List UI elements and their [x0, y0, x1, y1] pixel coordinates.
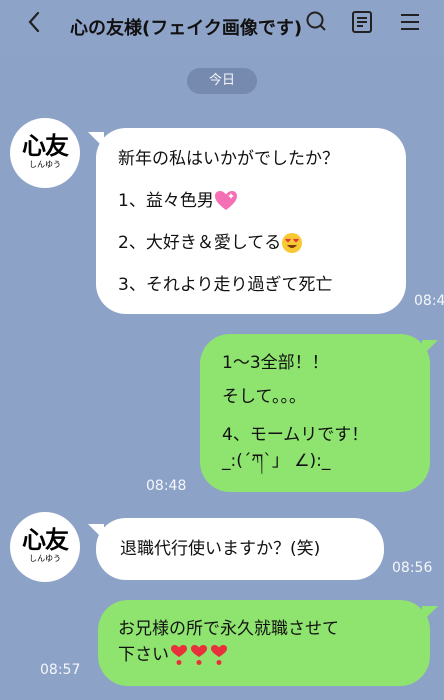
message-line: そして。。。 [222, 387, 306, 407]
chevron-left-icon [28, 11, 40, 33]
avatar[interactable]: 心友 しんゆう [10, 512, 80, 582]
message-line: お兄様の所で永久就職させて [118, 619, 339, 639]
heart-eyes-face-icon [282, 233, 303, 253]
bubble-tail [422, 340, 438, 356]
avatar-subtext: しんゆう [29, 554, 61, 563]
search-icon [306, 11, 326, 31]
message-line: 新年の私はいかがでしたか？ [118, 149, 339, 169]
notes-icon [352, 11, 372, 33]
avatar[interactable]: 心友 しんゆう [10, 118, 80, 188]
avatar-text: 心友 [22, 525, 69, 554]
back-button[interactable] [20, 8, 48, 36]
message-line: 下さい [118, 644, 229, 666]
message-bubble-outgoing[interactable]: お兄様の所で永久就職させて 下さい [98, 600, 430, 686]
menu-icon [401, 14, 419, 30]
timestamp: 08:56 [392, 560, 433, 576]
message-line: 2、大好き＆愛してる [118, 232, 303, 254]
message-bubble-incoming[interactable]: 新年の私はいかがでしたか？ 1、益々色男 2、大好き＆愛してる 3、それより走り… [96, 128, 406, 314]
message-bubble-incoming[interactable]: 退職代行使いますか？(笑) [96, 518, 384, 580]
sparkling-heart-icon [214, 191, 237, 210]
timestamp: 08:57 [40, 662, 81, 678]
red-heart-exclamation-icon [171, 645, 187, 665]
menu-button[interactable] [396, 8, 424, 36]
red-heart-exclamation-icon [191, 645, 207, 665]
message-line: 1〜3全部！！ [222, 353, 329, 373]
red-heart-exclamation-icon [211, 645, 227, 665]
message-line: 4、モームリです！ [222, 425, 369, 445]
message-line: _:(´ཀ`」 ∠):_ [222, 451, 331, 471]
avatar-subtext: しんゆう [29, 160, 61, 169]
avatar-text: 心友 [22, 131, 69, 160]
bubble-tail [422, 606, 438, 622]
message-line: 退職代行使いますか？(笑) [120, 539, 321, 559]
message-line: 3、それより走り過ぎて死亡 [118, 275, 333, 295]
timestamp: 08:48 [146, 478, 187, 494]
notes-button[interactable] [348, 8, 376, 36]
message-line: 1、益々色男 [118, 190, 238, 212]
search-button[interactable] [302, 8, 330, 36]
date-separator: 今日 [187, 68, 257, 94]
chat-header: 心の友様(フェイク画像です) [0, 0, 444, 56]
timestamp: 08:4 [414, 293, 444, 309]
message-bubble-outgoing[interactable]: 1〜3全部！！ そして。。。 4、モームリです！ _:(´ཀ`」 ∠):_ [200, 334, 430, 492]
